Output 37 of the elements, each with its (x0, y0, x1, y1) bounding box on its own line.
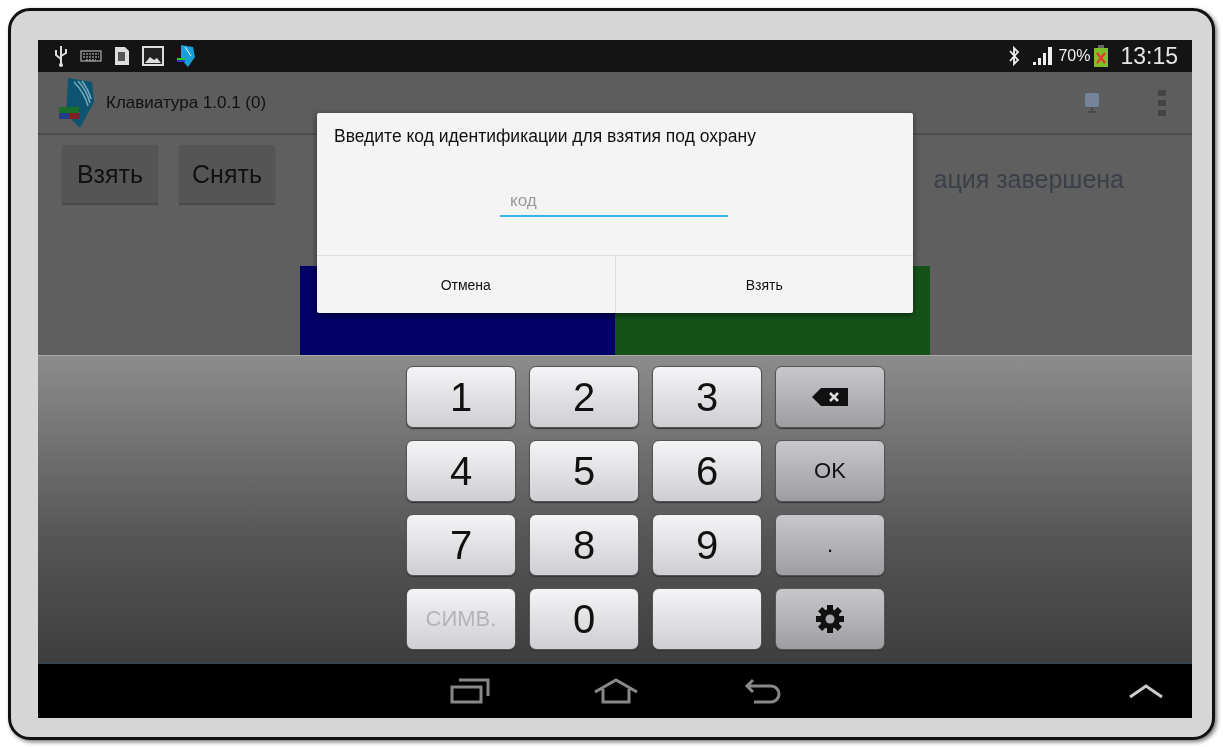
keypad-key[interactable]: . (775, 514, 885, 576)
usb-icon (54, 45, 68, 67)
signal-icon (1032, 46, 1055, 66)
space-key[interactable] (652, 588, 762, 650)
keyboard-icon (80, 50, 102, 62)
shield-logo-icon (176, 44, 196, 68)
sd-card-icon (114, 46, 130, 66)
keypad-key[interactable]: 4 (406, 440, 516, 502)
bluetooth-icon (1008, 46, 1021, 66)
keypad-key[interactable]: 6 (652, 440, 762, 502)
settings-gear-icon (815, 604, 845, 634)
backspace-icon (811, 387, 849, 407)
battery-percent: 70% (1058, 47, 1091, 65)
keypad-key[interactable]: 9 (652, 514, 762, 576)
recent-apps-icon[interactable] (450, 678, 490, 704)
home-icon[interactable] (593, 678, 639, 704)
keypad-key[interactable]: 7 (406, 514, 516, 576)
image-icon (142, 46, 164, 66)
clock-time: 13:15 (1120, 42, 1178, 70)
shield-logo-icon (58, 75, 96, 130)
dialog-button[interactable]: Взять (614, 256, 913, 313)
keypad-key[interactable]: 5 (529, 440, 639, 502)
keypad-key[interactable]: 8 (529, 514, 639, 576)
code-input-field[interactable]: код (500, 187, 728, 217)
backspace-key[interactable] (775, 366, 885, 428)
keypad-key[interactable]: 0 (529, 588, 639, 650)
dialog-message: Введите код идентификации для взятия под охрану (333, 125, 757, 147)
caret-up-icon[interactable] (1128, 683, 1164, 699)
battery-icon (1094, 45, 1109, 67)
keypad-key[interactable]: 3 (652, 366, 762, 428)
back-icon[interactable] (744, 678, 782, 704)
keypad-key[interactable]: 2 (529, 366, 639, 428)
keypad-key[interactable]: OK (775, 440, 885, 502)
dialog-button[interactable]: Отмена (317, 256, 615, 313)
settings-key[interactable] (775, 588, 885, 650)
keypad-key[interactable]: 1 (406, 366, 516, 428)
app-title: Клавиатура 1.0.1 (0) (106, 92, 267, 113)
